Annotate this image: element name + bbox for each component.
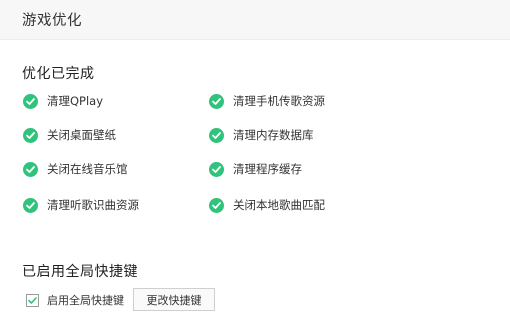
enable-hotkeys-checkbox[interactable]	[26, 293, 39, 307]
change-hotkeys-button[interactable]: 更改快捷键	[133, 288, 215, 311]
check-circle-icon	[209, 93, 224, 109]
enable-hotkeys-label[interactable]: 启用全局快捷键	[47, 292, 124, 308]
optimization-item: 关闭在线音乐馆	[23, 160, 128, 178]
optimization-item-label: 清理听歌识曲资源	[47, 198, 139, 212]
optimization-item: 清理内存数据库	[209, 126, 314, 144]
check-circle-icon	[23, 93, 38, 109]
optimization-item-label: 关闭本地歌曲匹配	[233, 198, 325, 212]
check-circle-icon	[23, 197, 38, 213]
check-circle-icon	[209, 197, 224, 213]
optimization-item-label: 关闭在线音乐馆	[47, 162, 128, 176]
optimization-item: 清理QPlay	[23, 92, 103, 110]
check-circle-icon	[23, 127, 38, 143]
check-circle-icon	[209, 161, 224, 177]
hotkey-heading: 已启用全局快捷键	[22, 264, 138, 280]
optimization-item-label: 清理内存数据库	[233, 128, 314, 142]
check-circle-icon	[23, 161, 38, 177]
optimization-item: 清理程序缓存	[209, 160, 302, 178]
optimization-item-label: 关闭桌面壁纸	[47, 128, 116, 142]
check-circle-icon	[209, 127, 224, 143]
optimization-item: 关闭桌面壁纸	[23, 126, 116, 144]
enable-hotkeys-checkbox-row[interactable]: 启用全局快捷键	[26, 292, 124, 308]
optimization-item-label: 清理手机传歌资源	[233, 94, 325, 108]
optimization-item: 清理听歌识曲资源	[23, 196, 139, 214]
optimization-item-label: 清理程序缓存	[233, 162, 302, 176]
optimization-item-label: 清理QPlay	[47, 94, 104, 108]
optimization-item: 清理手机传歌资源	[209, 92, 325, 110]
optimization-heading: 优化已完成	[22, 66, 95, 82]
optimization-item: 关闭本地歌曲匹配	[209, 196, 325, 214]
title-bar: 游戏优化	[0, 0, 510, 40]
window-title: 游戏优化	[22, 13, 82, 29]
